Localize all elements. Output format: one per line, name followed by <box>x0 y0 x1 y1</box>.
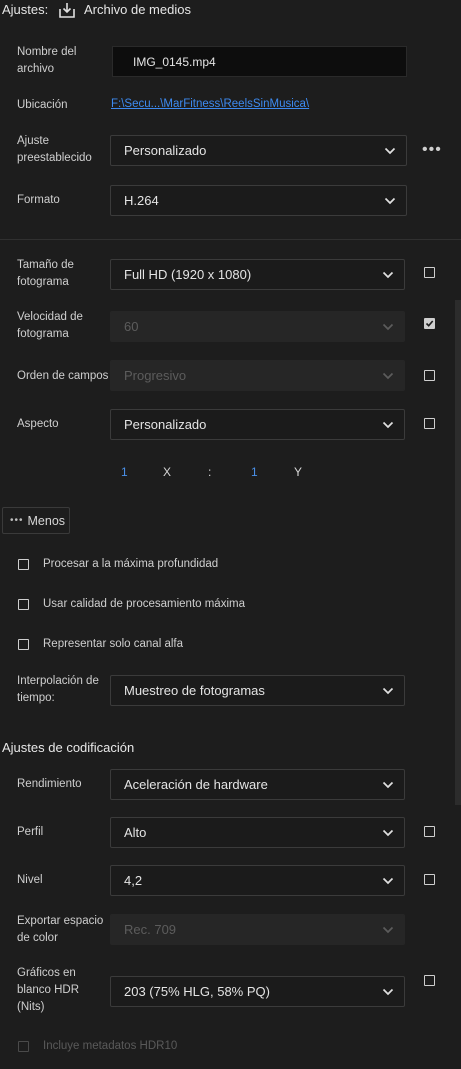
chevron-down-icon <box>382 829 394 836</box>
chevron-down-icon <box>384 197 396 204</box>
preset-more-icon[interactable]: ••• <box>422 141 442 159</box>
color-space-label: Exportar espacio de color <box>17 915 104 944</box>
field-order-value: Progresivo <box>124 368 187 383</box>
frame-rate-dropdown[interactable]: 60 <box>110 311 405 342</box>
interpolation-value: Muestreo de fotogramas <box>124 683 265 698</box>
aspect-y-label: Y <box>294 465 303 479</box>
filename-input[interactable]: IMG_0145.mp4 <box>112 46 407 77</box>
format-label: Formato <box>17 194 60 206</box>
section-divider <box>0 239 461 240</box>
color-space-dropdown[interactable]: Rec. 709 <box>110 914 405 945</box>
chevron-down-icon <box>384 147 396 154</box>
chevron-down-icon <box>382 687 394 694</box>
filename-label: Nombre del archivo <box>17 46 77 75</box>
field-order-checkbox[interactable] <box>424 370 435 381</box>
chevron-down-icon <box>382 372 394 379</box>
format-dropdown[interactable]: H.264 <box>110 185 407 216</box>
chevron-down-icon <box>382 323 394 330</box>
location-link[interactable]: F:\Secu...\MarFitness\ReelsSinMusica\ <box>111 98 309 110</box>
profile-value: Alto <box>124 825 147 840</box>
color-space-value: Rec. 709 <box>124 922 177 937</box>
max-depth-checkbox[interactable] <box>18 559 29 570</box>
max-depth-label: Procesar a la máxima profundidad <box>43 558 219 570</box>
checkmark-icon <box>425 320 434 327</box>
aspect-separator: : <box>208 465 212 479</box>
performance-label: Rendimiento <box>17 778 82 790</box>
aspect-dropdown[interactable]: Personalizado <box>110 409 405 440</box>
level-value: 4,2 <box>124 873 143 888</box>
interpolation-dropdown[interactable]: Muestreo de fotogramas <box>110 675 405 706</box>
hdr-white-label: Gráficos en blanco HDR (Nits) <box>17 967 79 1013</box>
panel-header: Ajustes: Archivo de medios <box>0 0 461 22</box>
frame-size-checkbox[interactable] <box>424 267 435 278</box>
preset-value: Personalizado <box>124 143 207 158</box>
less-button-label: Menos <box>27 513 66 528</box>
aspect-checkbox[interactable] <box>424 418 435 429</box>
interpolation-label: Interpolación de tiempo: <box>17 675 99 704</box>
chevron-down-icon <box>382 781 394 788</box>
chevron-down-icon <box>382 988 394 995</box>
hdr-metadata-checkbox[interactable] <box>18 1041 29 1052</box>
chevron-down-icon <box>382 271 394 278</box>
alpha-only-label: Representar solo canal alfa <box>43 638 183 650</box>
frame-rate-value: 60 <box>124 319 139 334</box>
max-quality-label: Usar calidad de procesamiento máxima <box>43 598 245 610</box>
frame-size-dropdown[interactable]: Full HD (1920 x 1080) <box>110 259 405 290</box>
level-dropdown[interactable]: 4,2 <box>110 865 405 896</box>
performance-dropdown[interactable]: Aceleración de hardware <box>110 769 405 800</box>
profile-checkbox[interactable] <box>424 826 435 837</box>
chevron-down-icon <box>382 877 394 884</box>
aspect-x-value[interactable]: 1 <box>121 465 128 479</box>
alpha-only-checkbox[interactable] <box>18 639 29 650</box>
chevron-down-icon <box>382 421 394 428</box>
hdr-white-dropdown[interactable]: 203 (75% HLG, 58% PQ) <box>110 976 405 1007</box>
preset-dropdown[interactable]: Personalizado <box>110 135 407 166</box>
frame-rate-checkbox[interactable] <box>424 318 435 329</box>
chevron-down-icon <box>382 926 394 933</box>
frame-size-label: Tamaño de fotograma <box>17 259 74 288</box>
max-quality-checkbox[interactable] <box>18 599 29 610</box>
profile-label: Perfil <box>17 826 44 838</box>
performance-value: Aceleración de hardware <box>124 777 268 792</box>
aspect-value: Personalizado <box>124 417 207 432</box>
more-horizontal-icon: ••• <box>10 515 24 526</box>
format-value: H.264 <box>124 193 159 208</box>
frame-size-value: Full HD (1920 x 1080) <box>124 267 252 282</box>
aspect-y-value[interactable]: 1 <box>251 465 258 479</box>
media-file-title: Archivo de medios <box>84 2 191 17</box>
hdr-metadata-label: Incluye metadatos HDR10 <box>43 1040 178 1052</box>
field-order-dropdown[interactable]: Progresivo <box>110 360 405 391</box>
hdr-white-value: 203 (75% HLG, 58% PQ) <box>124 984 270 999</box>
export-icon[interactable] <box>58 1 76 19</box>
settings-label: Ajustes: <box>2 2 49 17</box>
scrollbar[interactable] <box>455 300 461 805</box>
aspect-label: Aspecto <box>17 418 59 430</box>
preset-label: Ajuste preestablecido <box>17 135 92 164</box>
level-checkbox[interactable] <box>424 874 435 885</box>
field-order-label: Orden de campos <box>17 370 109 382</box>
aspect-x-label: X <box>163 465 172 479</box>
less-button[interactable]: ••• Menos <box>2 507 70 534</box>
encoding-section-title: Ajustes de codificación <box>2 740 135 755</box>
frame-rate-label: Velocidad de fotograma <box>17 311 83 340</box>
location-label: Ubicación <box>17 99 68 111</box>
level-label: Nivel <box>17 874 43 886</box>
profile-dropdown[interactable]: Alto <box>110 817 405 848</box>
hdr-white-checkbox[interactable] <box>424 975 435 986</box>
